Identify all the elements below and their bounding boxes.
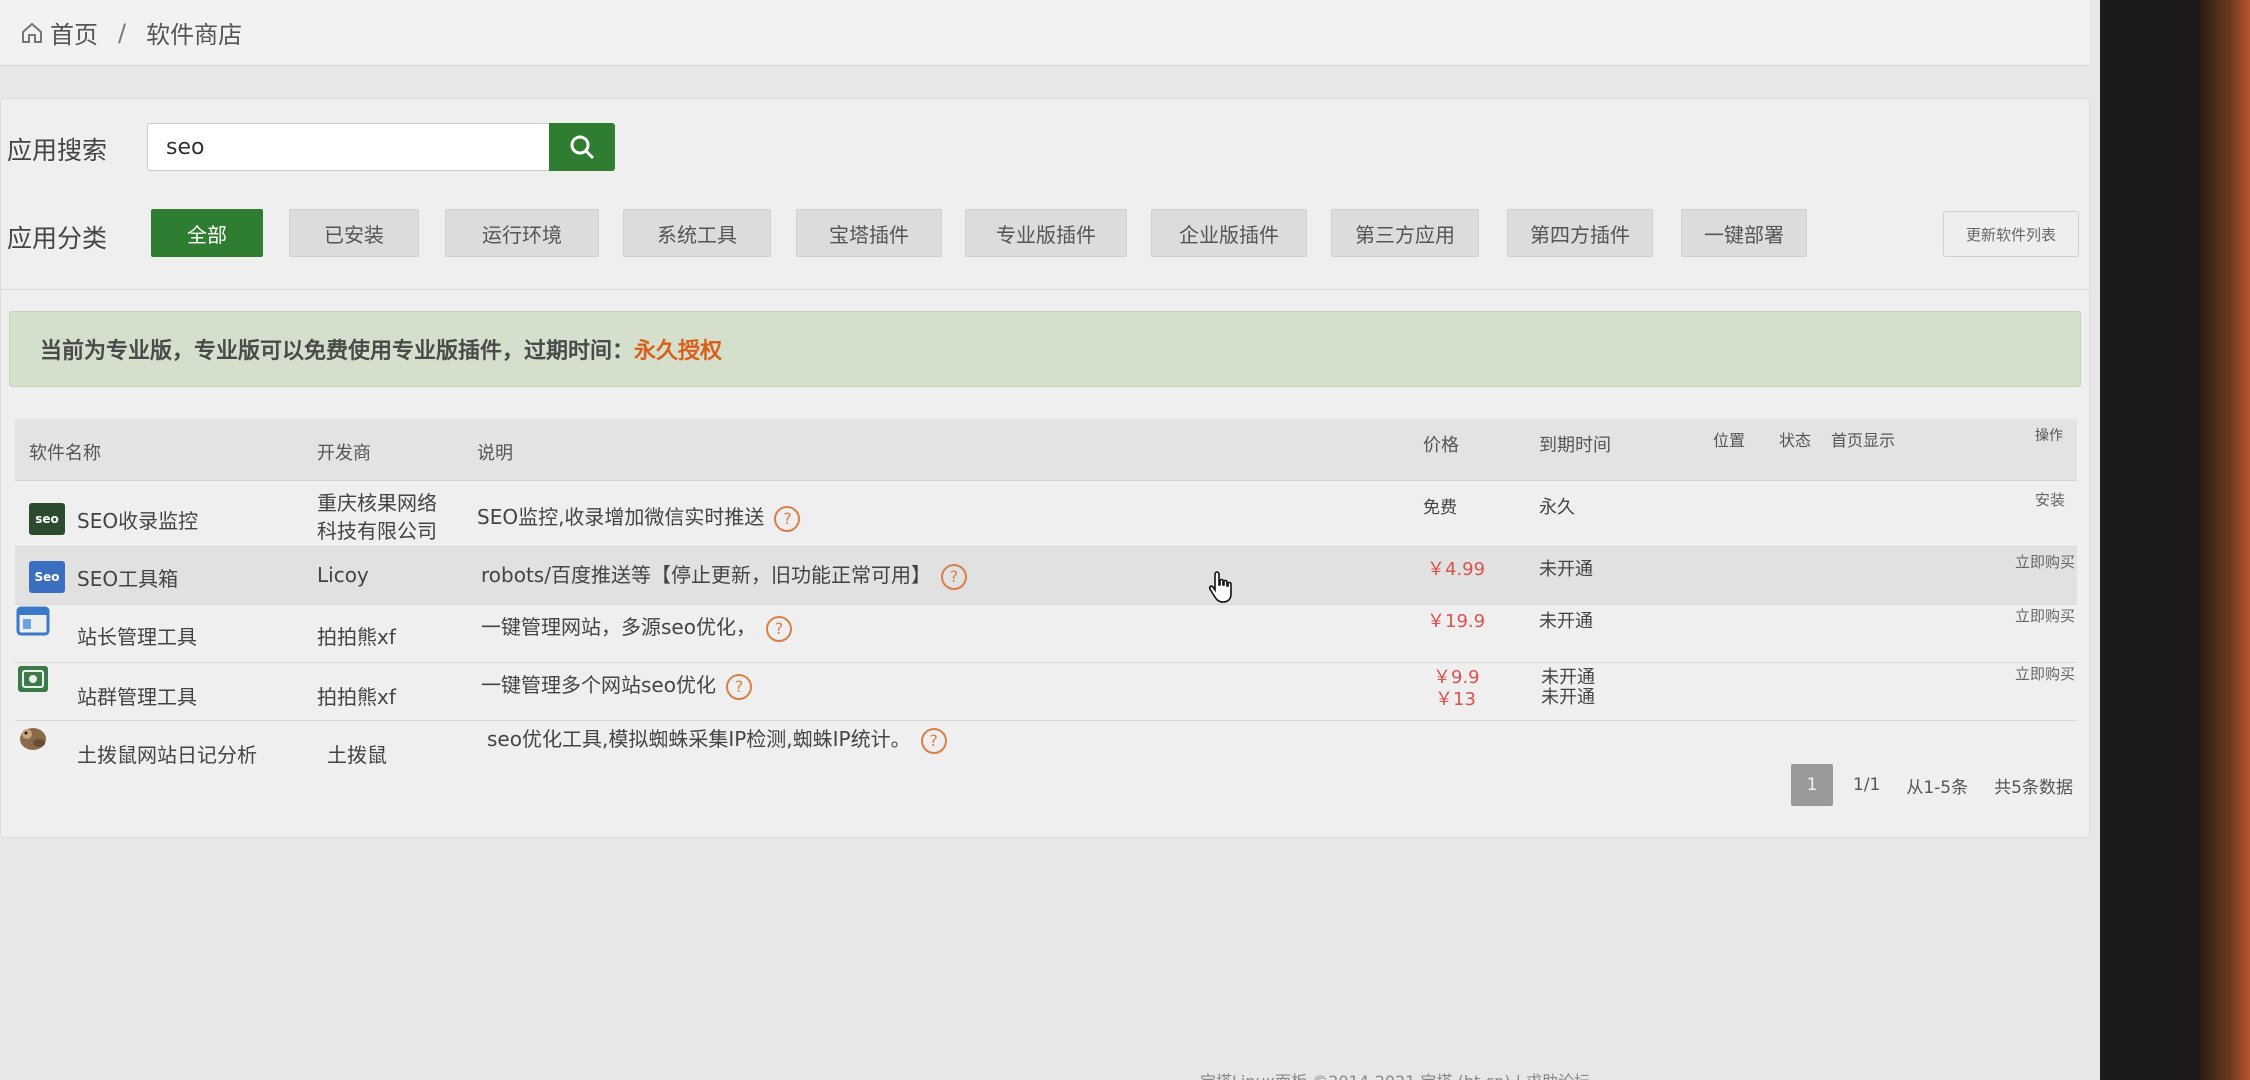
software-name[interactable]: SEO收录监控: [77, 505, 198, 534]
search-input[interactable]: seo: [147, 123, 551, 171]
category-enterprise-plugins[interactable]: 企业版插件: [1151, 209, 1307, 257]
category-fourth-party[interactable]: 第四方插件: [1507, 209, 1653, 257]
breadcrumb-separator: /: [118, 18, 127, 47]
site-group-icon: [18, 666, 48, 692]
header-name: 软件名称: [29, 443, 101, 464]
header-home-display: 首页显示: [1831, 431, 1896, 450]
software-desc: 一键管理多个网站seo优化?: [481, 669, 752, 700]
header-position: 位置: [1713, 431, 1746, 450]
category-installed[interactable]: 已安装: [289, 209, 419, 257]
software-expire: 未开通: [1539, 611, 1593, 632]
help-icon[interactable]: ?: [725, 673, 752, 700]
browser-screen: 首页 / 软件商店 应用搜索 seo 应用分类 全部 已安装 运行环境 系统工具…: [0, 0, 2120, 1080]
software-name[interactable]: 土拨鼠网站日记分析: [77, 739, 257, 768]
header-action: 操作: [2035, 428, 2063, 444]
table-header: 软件名称 开发商 说明 价格 到期时间 位置 状态 首页显示 操作: [15, 419, 2077, 481]
help-icon[interactable]: ?: [765, 615, 792, 642]
seo-toolbox-icon: Seo: [29, 561, 65, 593]
pagination: 1 1/1 从1-5条 共5条数据: [1791, 764, 2073, 806]
search-button[interactable]: [549, 123, 615, 171]
software-table: 软件名称 开发商 说明 价格 到期时间 位置 状态 首页显示 操作 seo SE…: [15, 419, 2077, 779]
header-expire: 到期时间: [1539, 435, 1611, 456]
breadcrumb: 首页 / 软件商店: [0, 0, 2090, 66]
software-developer: 拍拍熊xf: [317, 625, 396, 649]
groundhog-icon: [20, 728, 46, 750]
software-desc: robots/百度推送等【停止更新，旧功能正常可用】?: [481, 559, 967, 590]
software-name[interactable]: 站长管理工具: [77, 621, 197, 650]
software-price: ￥19.9: [1427, 611, 1486, 632]
developer-line2: 科技有限公司: [317, 519, 437, 543]
software-name[interactable]: SEO工具箱: [77, 563, 178, 592]
category-one-click-deploy[interactable]: 一键部署: [1681, 209, 1807, 257]
search-label: 应用搜索: [7, 136, 108, 165]
header-desc: 说明: [477, 443, 513, 464]
category-bt-plugins[interactable]: 宝塔插件: [796, 209, 942, 257]
search-icon: [570, 135, 595, 160]
hand-cursor-icon: [1208, 571, 1232, 603]
software-store-panel: 应用搜索 seo 应用分类 全部 已安装 运行环境 系统工具 宝塔插件 专业版插…: [0, 98, 2090, 838]
header-status: 状态: [1779, 431, 1812, 450]
install-link[interactable]: 安装: [2035, 489, 2065, 510]
buy-now-link[interactable]: 立即购买: [2015, 551, 2075, 572]
refresh-software-list-button[interactable]: 更新软件列表: [1943, 211, 2079, 257]
breadcrumb-current: 软件商店: [146, 21, 243, 49]
help-icon[interactable]: ?: [940, 563, 967, 590]
software-desc: SEO监控,收录增加微信实时推送?: [477, 501, 801, 532]
buy-now-link[interactable]: 立即购买: [2015, 663, 2075, 684]
background-glow: [2200, 0, 2250, 1080]
footer-text: 宝塔Linux面板 ©2014-2021 宝塔 (bt.cn) | 求助论坛: [1200, 1068, 1590, 1080]
table-row: Seo SEO工具箱 Licoy robots/百度推送等【停止更新，旧功能正常…: [15, 547, 2077, 605]
category-all[interactable]: 全部: [151, 209, 263, 257]
category-third-party[interactable]: 第三方应用: [1331, 209, 1479, 257]
home-icon[interactable]: [20, 21, 44, 45]
software-price: ￥13: [1435, 689, 1476, 710]
category-label: 应用分类: [7, 224, 108, 253]
breadcrumb-home[interactable]: 首页: [50, 15, 98, 50]
category-system-tools[interactable]: 系统工具: [623, 209, 771, 257]
software-name[interactable]: 站群管理工具: [77, 681, 197, 710]
page-current[interactable]: 1: [1791, 764, 1833, 806]
header-developer: 开发商: [317, 443, 371, 464]
notice-text: 当前为专业版，专业版可以免费使用专业版插件，过期时间：: [40, 339, 635, 364]
help-icon[interactable]: ?: [774, 505, 801, 532]
software-price: ￥4.99: [1427, 559, 1486, 580]
software-developer: 拍拍熊xf: [317, 685, 396, 709]
category-pro-plugins[interactable]: 专业版插件: [965, 209, 1127, 257]
table-row: seo SEO收录监控 重庆核果网络 科技有限公司 SEO监控,收录增加微信实时…: [15, 481, 2077, 547]
developer-line1: 重庆核果网络: [317, 491, 437, 515]
help-icon[interactable]: ?: [920, 727, 947, 754]
divider: [1, 289, 2089, 290]
software-desc: seo优化工具,模拟蜘蛛采集IP检测,蜘蛛IP统计。?: [487, 723, 947, 754]
header-price: 价格: [1423, 435, 1459, 456]
table-row: 站群管理工具 拍拍熊xf 一键管理多个网站seo优化? ￥9.9 未开通 立即购…: [15, 663, 2077, 721]
table-row: 土拨鼠网站日记分析 土拨鼠 seo优化工具,模拟蜘蛛采集IP检测,蜘蛛IP统计。…: [15, 687, 2077, 779]
page-count: 1/1: [1853, 775, 1881, 795]
notice-highlight: 永久授权: [634, 339, 723, 364]
software-desc: 一键管理网站，多源seo优化，?: [481, 611, 792, 642]
software-expire: 未开通: [1539, 559, 1593, 580]
software-expire: 未开通: [1541, 687, 1595, 708]
software-developer: 土拨鼠: [327, 743, 387, 767]
software-expire: 永久: [1539, 497, 1575, 518]
seo-monitor-icon: seo: [29, 503, 65, 535]
buy-now-link[interactable]: 立即购买: [2015, 605, 2075, 626]
category-runtime[interactable]: 运行环境: [445, 209, 599, 257]
table-row: 站长管理工具 拍拍熊xf 一键管理网站，多源seo优化，? ￥19.9 未开通 …: [15, 605, 2077, 663]
software-price: 免费: [1423, 498, 1457, 518]
site-manager-icon: [16, 606, 50, 636]
software-developer: Licoy: [317, 563, 369, 587]
page-range: 从1-5条: [1906, 777, 1969, 798]
pro-notice: 当前为专业版，专业版可以免费使用专业版插件，过期时间： 永久授权: [9, 311, 2081, 387]
page-total: 共5条数据: [1994, 777, 2073, 798]
